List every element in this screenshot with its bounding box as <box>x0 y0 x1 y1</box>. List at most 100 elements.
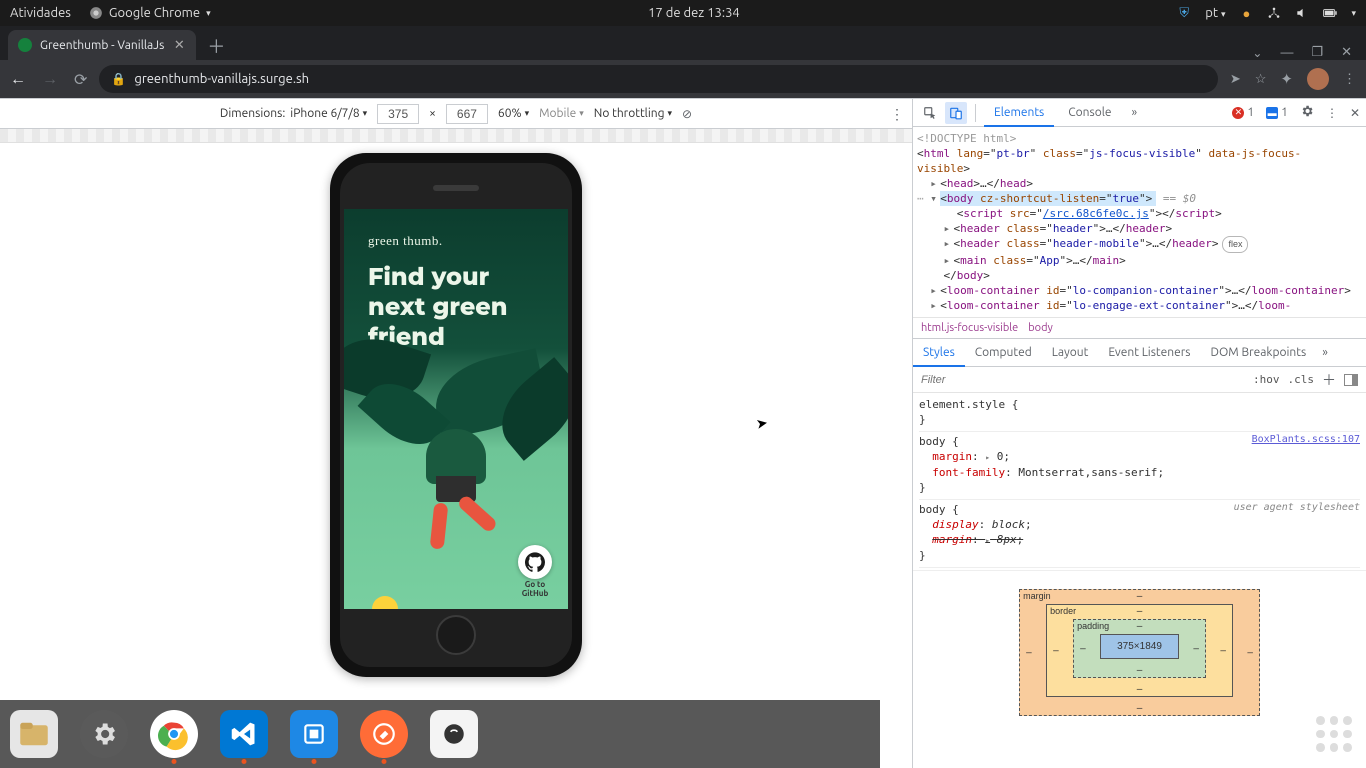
close-window-button[interactable]: ✕ <box>1341 45 1352 60</box>
emulated-viewport[interactable]: green thumb. Find your next green friend… <box>344 209 568 609</box>
dom-node[interactable]: <html lang="pt-br" class="js-focus-visib… <box>917 146 1360 161</box>
language-indicator[interactable]: pt ▾ <box>1205 6 1225 20</box>
dom-node[interactable]: ▸<head>…</head> <box>917 176 1360 191</box>
dock-app-other[interactable] <box>430 710 478 758</box>
css-rules-pane[interactable]: element.style { } BoxPlants.scss:107 bod… <box>913 393 1366 570</box>
dom-node[interactable]: </body> <box>917 268 1360 283</box>
back-button[interactable]: ← <box>10 70 26 89</box>
ubuntu-top-bar: Atividades Google Chrome ▾ 17 de dez 13:… <box>0 0 1366 26</box>
tab-elements[interactable]: Elements <box>984 99 1054 127</box>
subtab-event-listeners[interactable]: Event Listeners <box>1098 339 1200 367</box>
device-toolbar: Dimensions: iPhone 6/7/8 ▾ × 60%▾ Mobile… <box>0 99 912 129</box>
dom-node[interactable]: ▸<header class="header">…</header> <box>917 221 1360 236</box>
dom-node[interactable]: ▸<loom-container id="lo-engage-ext-conta… <box>917 298 1360 313</box>
chevron-down-icon: ▾ <box>363 108 368 119</box>
inspect-element-button[interactable] <box>919 102 941 124</box>
active-app-menu[interactable]: Google Chrome ▾ <box>89 6 211 20</box>
network-icon <box>1267 6 1281 20</box>
clock[interactable]: 17 de dez 13:34 <box>211 6 1178 20</box>
site-logo-text: green thumb. <box>368 233 443 249</box>
bookmark-star-icon[interactable]: ☆ <box>1255 72 1267 87</box>
width-input[interactable] <box>377 104 419 124</box>
css-rule[interactable]: element.style { } <box>919 395 1360 432</box>
styles-filter-input[interactable] <box>921 374 1245 386</box>
dom-node[interactable]: visible> <box>917 161 1360 176</box>
devtools-menu-button[interactable]: ⋮ <box>1326 106 1338 120</box>
tab-console[interactable]: Console <box>1058 99 1121 127</box>
dom-tree[interactable]: <!DOCTYPE html> <html lang="pt-br" class… <box>913 127 1366 317</box>
device-name: iPhone 6/7/8 <box>290 107 359 120</box>
box-model-diagram[interactable]: margin – – – – border – – – – padding – … <box>913 570 1366 768</box>
device-emulation-pane: Dimensions: iPhone 6/7/8 ▾ × 60%▾ Mobile… <box>0 99 912 768</box>
battery-icon <box>1323 6 1337 20</box>
toggle-device-toolbar-button[interactable] <box>945 102 967 124</box>
dom-node[interactable]: ▸<loom-container id="lo-companion-contai… <box>917 283 1360 298</box>
error-count-badge[interactable]: ✕1 <box>1232 106 1254 119</box>
breadcrumb-item[interactable]: html.js-focus-visible <box>921 322 1018 334</box>
ruler <box>0 129 912 143</box>
cls-toggle[interactable]: .cls <box>1288 373 1315 386</box>
new-tab-button[interactable]: ＋ <box>202 32 230 60</box>
styles-filter-row: :hov .cls ＋ <box>913 367 1366 393</box>
subtab-computed[interactable]: Computed <box>965 339 1042 367</box>
bm-padding-label: padding <box>1077 621 1109 631</box>
minimize-window-button[interactable]: — <box>1280 46 1293 60</box>
subtab-styles[interactable]: Styles <box>913 339 965 367</box>
dom-breadcrumb[interactable]: html.js-focus-visible body <box>913 317 1366 339</box>
dom-node[interactable]: <script src="/src.68c6fe0c.js"></script> <box>917 206 1360 221</box>
dimension-separator: × <box>429 107 436 120</box>
throttling-select[interactable]: No throttling▾ <box>594 107 672 120</box>
send-icon[interactable]: ➤ <box>1230 72 1241 87</box>
sun-icon <box>372 596 398 609</box>
active-app-label: Google Chrome <box>109 6 200 20</box>
source-link[interactable]: BoxPlants.scss:107 <box>1252 434 1360 445</box>
device-select[interactable]: Dimensions: iPhone 6/7/8 ▾ <box>220 107 367 120</box>
dock-postman[interactable] <box>360 710 408 758</box>
dom-node[interactable]: ▸<main class="App">…</main> <box>917 253 1360 268</box>
rotate-button[interactable]: ⊘ <box>682 107 692 121</box>
styles-pane-toggle[interactable] <box>1344 374 1358 386</box>
breadcrumb-item[interactable]: body <box>1028 322 1053 334</box>
devtools-settings-button[interactable] <box>1300 104 1314 121</box>
more-subtabs-button[interactable]: » <box>1316 346 1334 359</box>
maximize-window-button[interactable]: ❐ <box>1311 45 1323 60</box>
dom-node[interactable]: ▸<header class="header-mobile">…</header… <box>917 236 1360 253</box>
tab-search-button[interactable]: ⌄ <box>1252 46 1262 60</box>
devtools-close-button[interactable]: ✕ <box>1350 106 1360 120</box>
hov-toggle[interactable]: :hov <box>1253 373 1280 386</box>
dock-vscode[interactable] <box>220 710 268 758</box>
dom-node-selected[interactable]: ⋯ ▾<body cz-shortcut-listen="true"> == $… <box>917 191 1360 206</box>
reload-button[interactable]: ⟳ <box>74 70 87 89</box>
bm-border-label: border <box>1050 606 1076 616</box>
more-tabs-button[interactable]: » <box>1125 106 1143 119</box>
github-badge[interactable]: Go toGitHub <box>512 545 558 599</box>
show-applications-button[interactable] <box>1316 716 1352 752</box>
device-toolbar-menu[interactable]: ⋮ <box>890 106 904 123</box>
volume-icon <box>1295 6 1309 20</box>
dock-files[interactable] <box>10 710 58 758</box>
address-bar[interactable]: 🔒 greenthumb-vanillajs.surge.sh <box>99 65 1217 93</box>
new-style-rule-button[interactable]: ＋ <box>1322 370 1336 390</box>
dock-app-blue[interactable] <box>290 710 338 758</box>
info-count-badge[interactable]: ▬1 <box>1266 106 1288 119</box>
dom-node[interactable]: <!DOCTYPE html> <box>917 131 1360 146</box>
device-type-select[interactable]: Mobile▾ <box>539 107 584 120</box>
css-rule[interactable]: BoxPlants.scss:107 body { margin: ▸ 0; f… <box>919 432 1360 500</box>
dock-settings[interactable] <box>80 710 128 758</box>
dock-chrome[interactable] <box>150 710 198 758</box>
device-frame: green thumb. Find your next green friend… <box>330 153 582 677</box>
subtab-dom-breakpoints[interactable]: DOM Breakpoints <box>1200 339 1316 367</box>
height-input[interactable] <box>446 104 488 124</box>
browser-tab[interactable]: Greenthumb - VanillaJs ✕ <box>8 30 196 60</box>
system-tray[interactable]: ⛨ pt ▾ ● ▾ <box>1177 6 1356 20</box>
extensions-icon[interactable]: ✦ <box>1280 70 1293 88</box>
chrome-menu-button[interactable]: ⋮ <box>1343 72 1356 87</box>
css-rule[interactable]: user agent stylesheet body { display: bl… <box>919 500 1360 568</box>
bm-content-size: 375×1849 <box>1100 634 1179 659</box>
activities-button[interactable]: Atividades <box>10 6 71 20</box>
zoom-select[interactable]: 60%▾ <box>498 107 529 120</box>
profile-avatar[interactable] <box>1307 68 1329 90</box>
subtab-layout[interactable]: Layout <box>1042 339 1099 367</box>
close-tab-button[interactable]: ✕ <box>172 38 186 52</box>
chrome-toolbar: ← → ⟳ 🔒 greenthumb-vanillajs.surge.sh ➤ … <box>0 60 1366 98</box>
